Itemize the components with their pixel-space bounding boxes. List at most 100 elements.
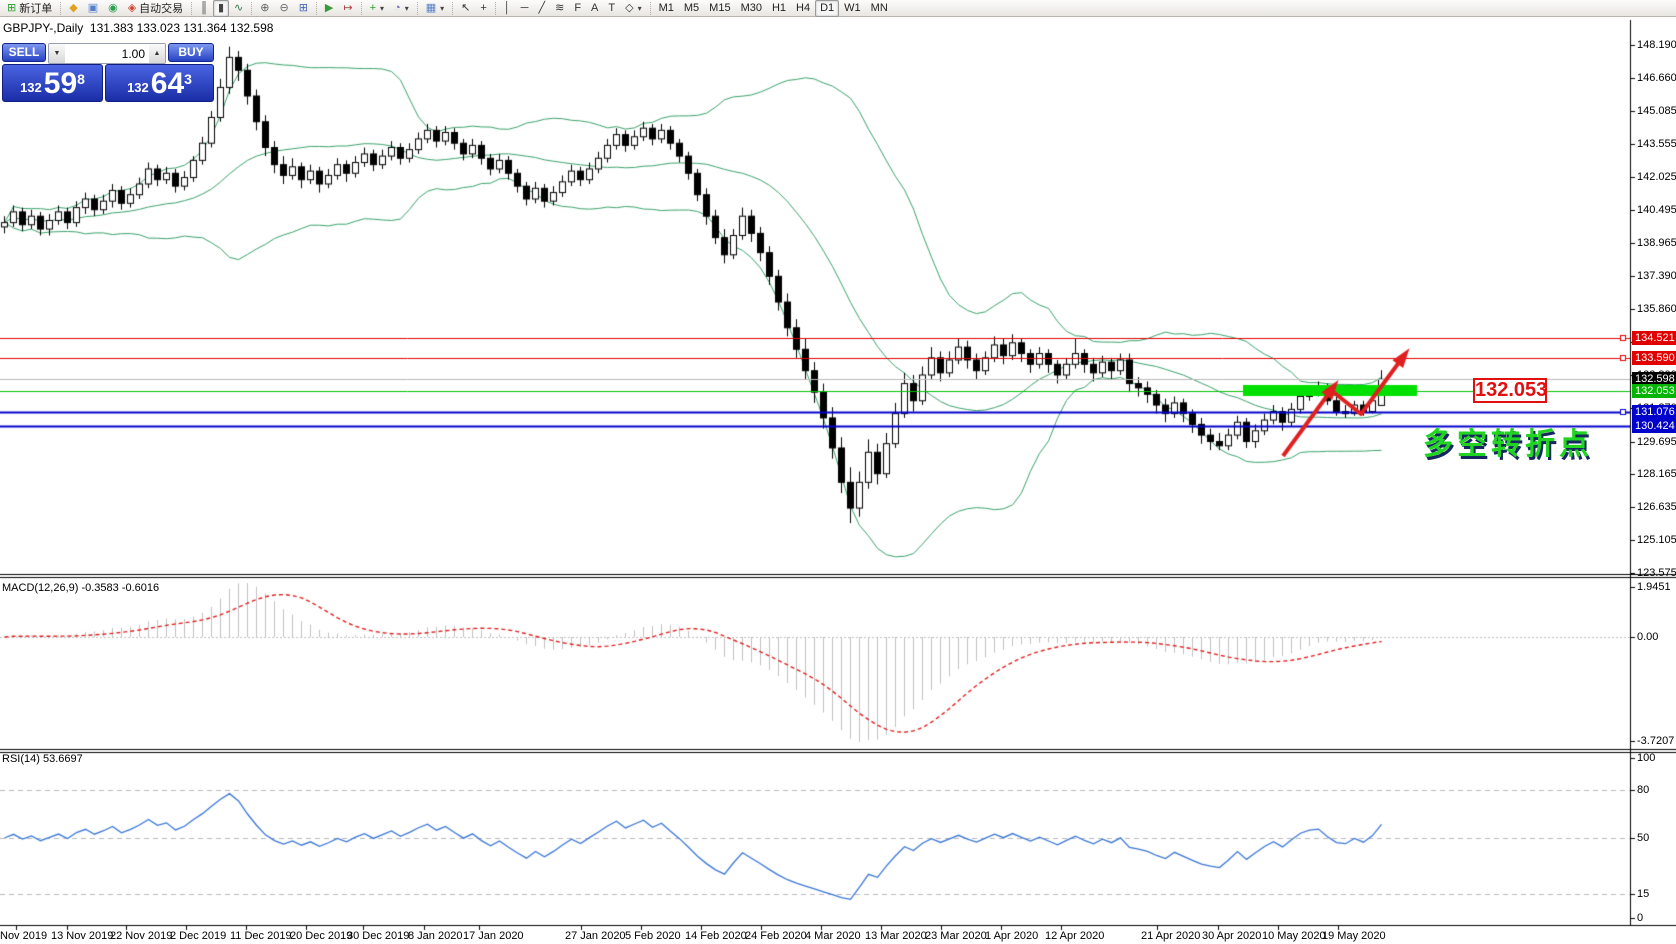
trendline-button[interactable]: ╱ [533, 0, 550, 17]
templates-icon: ▦ [425, 1, 437, 14]
tile-windows-button[interactable]: ⊞ [294, 0, 313, 17]
rsi-axis-tick: 100 [1637, 752, 1656, 764]
candlestick-chart-button[interactable]: ▮ [212, 0, 230, 17]
zoom-out-button[interactable]: ⊖ [274, 0, 293, 17]
dropdown-arrow-icon: ▾ [637, 3, 642, 13]
market-watch-button[interactable]: ▣ [83, 0, 103, 17]
support-tag-2: 130.424 [1632, 419, 1676, 433]
pivot-tag: 132.053 [1632, 384, 1676, 399]
cursor-button[interactable]: ↖ [456, 0, 475, 17]
volume-decrease-button[interactable]: ▼ [49, 44, 65, 63]
sell-button[interactable]: SELL [2, 43, 46, 62]
timeframe-m15[interactable]: M15 [704, 0, 735, 17]
rsi-label: RSI(14) 53.6697 [2, 753, 83, 765]
line-chart-icon: ∿ [234, 1, 244, 14]
timeframe-h1[interactable]: H1 [767, 0, 791, 17]
toolbar-separator [416, 1, 418, 15]
fibo-fan-button[interactable]: F [569, 0, 586, 17]
chart-shift-button[interactable]: ↦ [338, 0, 357, 17]
chart-title: GBPJPY-,Daily 131.383 133.023 131.364 13… [3, 21, 273, 35]
fibonacci-button[interactable]: ≋ [550, 0, 569, 17]
date-axis-label: 5 Feb 2020 [625, 930, 681, 942]
price-axis-tick: 142.025 [1637, 171, 1676, 184]
date-axis-label: 10 May 2020 [1262, 930, 1326, 942]
resistance-tag-1: 134.521 [1632, 331, 1676, 346]
dropdown-arrow-icon: ▾ [440, 3, 445, 13]
shapes-button[interactable]: ◇ ▾ [620, 0, 646, 17]
date-axis-label: 24 Feb 2020 [745, 930, 807, 942]
buy-button[interactable]: BUY [168, 43, 214, 62]
autotrading-button[interactable]: ◈ 自动交易 [123, 0, 188, 17]
price-axis-tick: 128.165 [1637, 468, 1676, 481]
date-axis-label: 13 Nov 2019 [51, 930, 114, 942]
buy-price-main: 64 [150, 67, 185, 100]
bar-chart-button[interactable]: ║ [195, 0, 213, 17]
macd-label: MACD(12,26,9) -0.3583 -0.6016 [2, 582, 160, 594]
date-axis-label: 1 Apr 2020 [985, 930, 1039, 942]
auto-scroll-icon: ▶ [324, 1, 334, 14]
text-button[interactable]: A [586, 0, 603, 17]
sell-price-main: 59 [43, 67, 78, 100]
chart-shift-icon: ↦ [343, 1, 353, 14]
crosshair-button[interactable]: + [475, 0, 491, 17]
timeframe-h4[interactable]: H4 [791, 0, 815, 17]
text-label-icon: T [608, 1, 616, 14]
volume-increase-button[interactable]: ▲ [149, 44, 165, 63]
crosshair-icon: + [480, 1, 487, 14]
date-axis-label: 22 Nov 2019 [110, 930, 173, 942]
new-order-button[interactable]: ⊞ 新订单 [2, 0, 57, 17]
bar-chart-icon: ║ [200, 1, 208, 14]
periods-button[interactable]: ◔ ▾ [389, 0, 414, 17]
line-chart-button[interactable]: ∿ [229, 0, 248, 17]
timeframe-d1[interactable]: D1 [815, 0, 840, 17]
price-axis-tick: 146.660 [1637, 71, 1676, 84]
publish-button[interactable]: ◆ [64, 0, 82, 17]
auto-scroll-button[interactable]: ▶ [320, 0, 338, 17]
timeframe-m30[interactable]: M30 [736, 0, 767, 17]
horizontal-line-button[interactable]: ─ [516, 0, 534, 17]
fibonacci-icon: ≋ [555, 1, 565, 14]
timeframe-w1[interactable]: W1 [839, 0, 866, 17]
shapes-icon: ◇ [625, 1, 634, 14]
timeframe-m5[interactable]: M5 [679, 0, 704, 17]
buy-price-panel[interactable]: 132 64 3 [105, 64, 214, 102]
chart-symbol-period: GBPJPY-,Daily [3, 21, 84, 35]
vertical-line-button[interactable]: │ [499, 0, 516, 17]
price-axis-tick: 129.695 [1637, 435, 1676, 448]
turning-point-annotation[interactable]: 多空转折点 [1423, 419, 1593, 463]
price-axis-tick: 137.390 [1637, 270, 1676, 283]
date-axis-label: 4 Mar 2020 [805, 930, 861, 942]
text-label-button[interactable]: T [603, 0, 620, 17]
horizontal-line-icon: ─ [520, 1, 529, 14]
cursor-icon: ↖ [461, 1, 471, 14]
sell-price-panel[interactable]: 132 59 8 [2, 64, 104, 102]
date-axis-label: 20 Dec 2019 [290, 930, 353, 942]
price-annotation-box[interactable]: 132.053 [1473, 378, 1547, 403]
price-axis-tick: 143.555 [1637, 138, 1676, 151]
trendline-icon: ╱ [538, 1, 546, 14]
candlestick-chart-icon: ▮ [217, 1, 225, 14]
templates-button[interactable]: ▦ ▾ [421, 0, 449, 17]
timeframe-mn[interactable]: MN [866, 0, 893, 17]
signals-button[interactable]: ◉ [103, 0, 123, 17]
toolbar-button-label: 新订单 [19, 3, 53, 15]
zoom-in-button[interactable]: ⊕ [255, 0, 274, 17]
price-axis-tick: 123.575 [1637, 566, 1676, 579]
toolbar-separator [360, 1, 362, 15]
signals-icon: ◉ [108, 1, 118, 14]
fibo-fan-icon: F [574, 1, 582, 14]
indicators-button[interactable]: + ▾ [365, 0, 389, 17]
timeframe-m1[interactable]: M1 [654, 0, 679, 17]
periods-icon: ◔ [394, 1, 401, 14]
text-icon: A [591, 1, 599, 14]
dropdown-arrow-icon: ▾ [380, 3, 385, 13]
sell-price-sup: 8 [77, 71, 85, 87]
dropdown-arrow-icon: ▾ [404, 3, 409, 13]
publish-icon: ◆ [69, 1, 78, 14]
date-axis-label: 23 Mar 2020 [925, 930, 987, 942]
price-axis-tick: 148.190 [1637, 38, 1676, 51]
toolbar-separator [251, 1, 253, 15]
one-click-trading-widget: SELL ▼ ▲ BUY 132598 132643 [2, 43, 214, 102]
volume-input[interactable] [65, 44, 149, 63]
price-chart-canvas[interactable] [0, 0, 1676, 944]
